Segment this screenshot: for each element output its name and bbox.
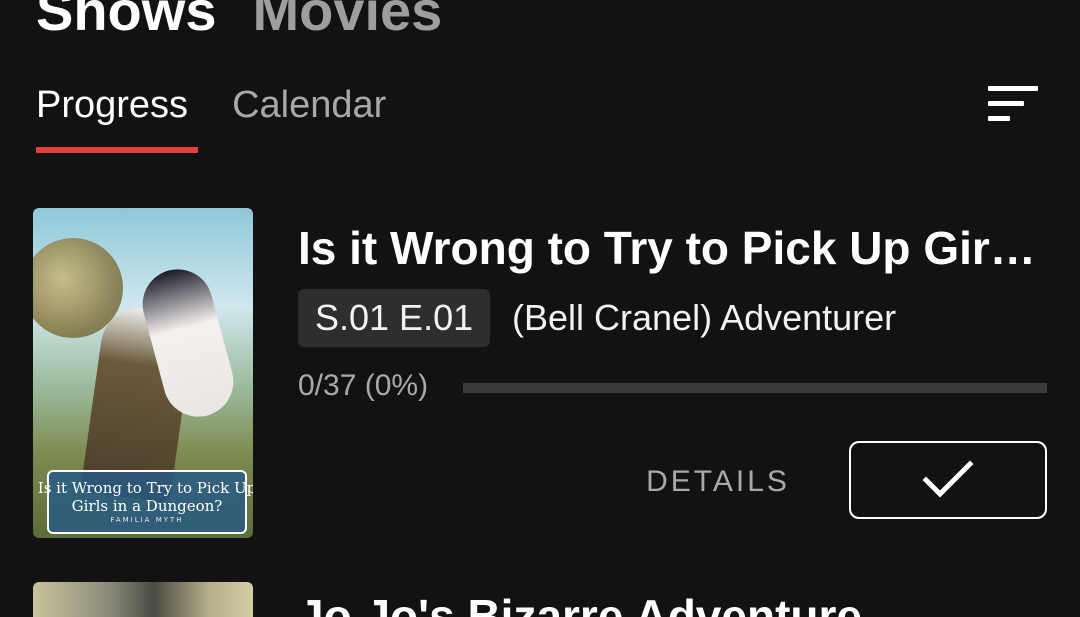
poster-logo-subtitle: FAMILIA MYTH	[110, 516, 184, 524]
details-button[interactable]: DETAILS	[626, 452, 810, 512]
poster-logo-line: Girls in a Dungeon?	[71, 497, 223, 515]
show-poster[interactable]	[33, 582, 253, 617]
progress-text: 0/37 (0%)	[298, 369, 429, 402]
section-tabs: Shows Movies	[36, 0, 442, 46]
section-tab-movies[interactable]: Movies	[252, 0, 442, 46]
sub-tabs: Progress Calendar	[36, 82, 386, 128]
active-tab-indicator	[36, 147, 198, 153]
poster-logo-line: Is it Wrong to Try to Pick Up	[37, 479, 253, 497]
tab-calendar[interactable]: Calendar	[232, 82, 386, 128]
episode-title: (Bell Cranel) Adventurer	[512, 297, 897, 338]
tab-progress[interactable]: Progress	[36, 82, 188, 128]
mark-watched-button[interactable]	[849, 441, 1047, 519]
poster-logo: Is it Wrong to Try to Pick Up Girls in a…	[38, 470, 253, 534]
progress-bar	[463, 383, 1047, 393]
show-title[interactable]: Is it Wrong to Try to Pick Up Girls in a…	[298, 220, 1046, 276]
check-icon	[922, 460, 974, 498]
episode-badge: S.01 E.01	[298, 289, 491, 347]
sort-button[interactable]	[982, 82, 1042, 126]
show-title[interactable]: Jo Jo's Bizarre Adventure	[298, 588, 1046, 617]
section-tab-shows[interactable]: Shows	[36, 0, 216, 46]
show-poster[interactable]: Is it Wrong to Try to Pick Up Girls in a…	[33, 208, 253, 538]
